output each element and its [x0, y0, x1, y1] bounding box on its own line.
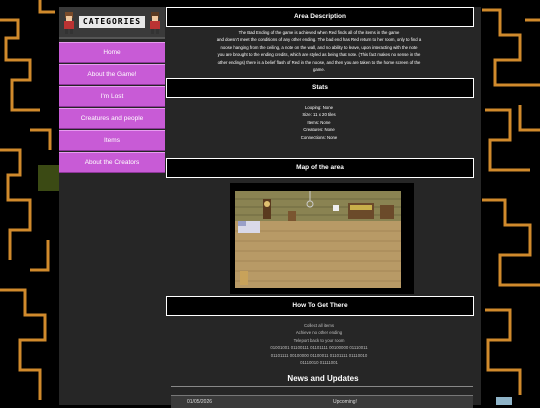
- binary-line: 01110010 01111001: [300, 360, 338, 366]
- stats-title: Stats: [166, 78, 474, 98]
- nav-item-about-game[interactable]: About the Game!: [59, 64, 165, 85]
- nav-item-items[interactable]: Items: [59, 130, 165, 151]
- binary-line: 01101111 00100000 01100011 01101111 0111…: [270, 352, 368, 358]
- description-line: other endings) there is a belief flash o…: [217, 59, 421, 65]
- description-line: you are brought to the ending credits, w…: [217, 52, 421, 58]
- stat-looping: Looping: None: [305, 105, 333, 110]
- character-sprite-right-icon: [150, 12, 160, 34]
- description-line: game.: [313, 67, 325, 73]
- how-to-line: Teleport back to your room: [293, 337, 345, 343]
- nav-item-about-creators[interactable]: About the Creators: [59, 152, 165, 173]
- side-tile-decoration: [38, 165, 59, 191]
- news-row[interactable]: 01/05/2026 Upcoming!: [171, 395, 473, 408]
- stat-creatures: Creatures: None: [303, 127, 335, 133]
- nav-item-im-lost[interactable]: I'm Lost: [59, 86, 165, 107]
- area-description-text: The Bad Ending of the game is achieved w…: [185, 29, 453, 73]
- how-to-line: Achieve no other ending: [295, 330, 343, 336]
- categories-label: CATEGORIES: [79, 16, 145, 28]
- how-to-line: Collect all items: [303, 323, 335, 328]
- area-map-image: [230, 183, 414, 294]
- news-text: Upcoming!: [333, 399, 357, 405]
- character-sprite-left-icon: [64, 12, 74, 34]
- news-divider: [171, 386, 473, 387]
- category-nav: Home About the Game! I'm Lost Creatures …: [59, 42, 165, 173]
- how-to-text: Collect all items Achieve no other endin…: [185, 322, 453, 366]
- stat-items: Items: None: [307, 119, 331, 125]
- nav-item-creatures[interactable]: Creatures and people: [59, 108, 165, 129]
- news-title: News and Updates: [287, 374, 359, 383]
- description-line: The Bad Ending of the game is achieved w…: [238, 30, 400, 35]
- stat-size: Size: 11 x 20 tiles: [302, 112, 336, 118]
- main-content: Area Description The Bad Ending of the g…: [165, 7, 481, 408]
- stats-text: Looping: None Size: 11 x 20 tiles Items:…: [185, 104, 453, 141]
- categories-banner: CATEGORIES: [59, 7, 165, 39]
- binary-line: 01001001 01100111 01101111 00100000 0111…: [270, 345, 368, 351]
- area-description-title: Area Description: [166, 7, 474, 27]
- news-date: 01/05/2026: [187, 399, 213, 405]
- description-line: noose hanging from the ceiling, a note o…: [220, 44, 418, 50]
- stat-connections: Connections: None: [300, 134, 338, 140]
- map-title: Map of the area: [166, 158, 474, 178]
- nav-item-home[interactable]: Home: [59, 42, 165, 63]
- map-image: [230, 183, 414, 294]
- description-line: and doesn't meet the conditions of any o…: [216, 37, 422, 43]
- how-to-title: How To Get There: [166, 296, 474, 316]
- corner-icon: [496, 397, 512, 405]
- sidebar: CATEGORIES Home About the Game! I'm Lost…: [59, 7, 165, 405]
